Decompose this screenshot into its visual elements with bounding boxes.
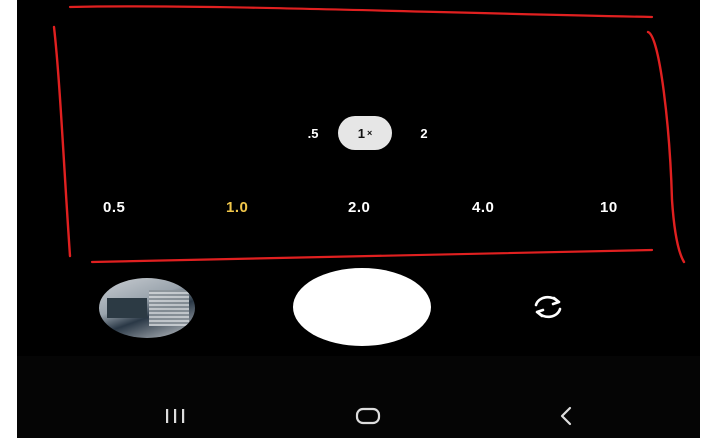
zoom-pill-normal-label: 1 bbox=[357, 125, 365, 141]
switch-camera-icon bbox=[534, 295, 562, 319]
zoom-pill-normal[interactable]: 1 × bbox=[338, 116, 392, 150]
zoom-pill-wide-label: .5 bbox=[307, 125, 319, 141]
back-icon bbox=[560, 406, 572, 426]
zoom-pill-wide[interactable]: .5 bbox=[300, 116, 326, 150]
thumbnail-text-image bbox=[149, 290, 189, 326]
zoom-scale-2-0[interactable]: 2.0 bbox=[348, 199, 370, 216]
zoom-scale-4-0[interactable]: 4.0 bbox=[472, 199, 494, 216]
home-icon bbox=[355, 407, 381, 425]
back-button[interactable] bbox=[553, 398, 579, 434]
zoom-scale-0-5[interactable]: 0.5 bbox=[103, 199, 125, 216]
switch-camera-button[interactable] bbox=[527, 292, 569, 322]
zoom-scale-10[interactable]: 10 bbox=[600, 199, 618, 216]
home-button[interactable] bbox=[352, 398, 384, 434]
recent-apps-button[interactable] bbox=[160, 398, 190, 434]
gallery-thumbnail[interactable] bbox=[99, 278, 195, 338]
zoom-pill-tele-label: 2 bbox=[420, 125, 428, 141]
zoom-pill-normal-suffix: × bbox=[366, 128, 373, 138]
zoom-pill-tele[interactable]: 2 bbox=[411, 116, 437, 150]
thumbnail-document-image bbox=[107, 298, 147, 318]
viewfinder[interactable]: .5 1 × 2 0.5 1.0 2.0 4.0 10 bbox=[17, 0, 700, 262]
zoom-scale-1-0[interactable]: 1.0 bbox=[226, 199, 248, 216]
recent-apps-icon bbox=[166, 409, 185, 423]
shutter-button[interactable] bbox=[293, 268, 431, 346]
camera-screen: .5 1 × 2 0.5 1.0 2.0 4.0 10 bbox=[17, 0, 700, 438]
